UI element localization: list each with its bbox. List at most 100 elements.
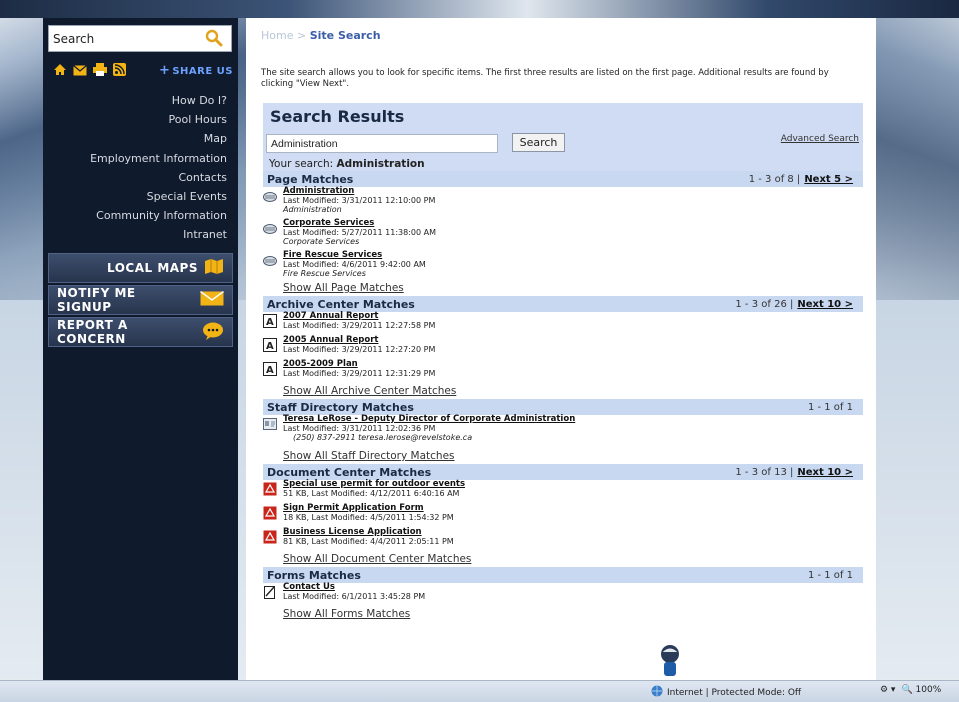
result-title[interactable]: Fire Rescue Services bbox=[283, 251, 426, 260]
page-title: Site Search bbox=[309, 29, 381, 42]
result-title[interactable]: Business License Application bbox=[283, 528, 454, 537]
results-title: Search Results bbox=[270, 107, 405, 126]
result-meta: Last Modified: 3/29/2011 12:27:20 PM bbox=[283, 345, 436, 354]
show-all-forms-matches[interactable]: Show All Forms Matches bbox=[263, 607, 863, 622]
nav-intranet[interactable]: Intranet bbox=[90, 225, 227, 244]
section-count: 1 - 1 of 1 bbox=[807, 401, 853, 413]
print-icon[interactable] bbox=[93, 61, 107, 80]
browser-status-bar: Internet | Protected Mode: Off ⚙ ▾ 🔍 100… bbox=[0, 680, 959, 702]
list-item: Contact Us Last Modified: 6/1/2011 3:45:2… bbox=[263, 583, 863, 607]
result-meta: Last Modified: 3/29/2011 12:31:29 PM bbox=[283, 369, 436, 378]
local-maps-button[interactable]: LOCAL MAPS bbox=[48, 253, 233, 283]
section-title: Archive Center Matches bbox=[267, 297, 415, 311]
list-item: A 2007 Annual Report Last Modified: 3/29/… bbox=[263, 312, 863, 336]
nav-map[interactable]: Map bbox=[90, 129, 227, 148]
zoom-value: 100% bbox=[915, 685, 942, 695]
show-all-staff-matches[interactable]: Show All Staff Directory Matches bbox=[263, 449, 863, 464]
show-all-page-matches[interactable]: Show All Page Matches bbox=[263, 281, 863, 296]
notify-label: NOTIFY ME SIGNUP bbox=[57, 286, 136, 314]
archive-icon: A bbox=[263, 313, 277, 328]
result-meta: 18 KB, Last Modified: 4/5/2011 1:54:32 P… bbox=[283, 513, 454, 522]
result-title[interactable]: 2005-2009 Plan bbox=[283, 360, 435, 369]
result-meta: Last Modified: 3/31/2011 12:10:00 PM bbox=[283, 196, 436, 205]
your-search: Your search: Administration bbox=[269, 158, 425, 170]
result-meta: Last Modified: 4/6/2011 9:42:00 AM bbox=[283, 260, 426, 269]
envelope-icon bbox=[200, 290, 224, 309]
local-maps-label: LOCAL MAPS bbox=[106, 261, 198, 275]
show-all-document-matches[interactable]: Show All Document Center Matches bbox=[263, 552, 863, 567]
section-header: Archive Center Matches 1 - 3 of 26 | Next… bbox=[263, 296, 863, 312]
rss-icon[interactable] bbox=[113, 61, 126, 80]
nav-how-do-i[interactable]: How Do I? bbox=[90, 91, 227, 110]
result-title[interactable]: Teresa LeRose - Deputy Director of Corpo… bbox=[283, 415, 575, 424]
result-title[interactable]: Corporate Services bbox=[283, 219, 436, 228]
result-meta: Last Modified: 5/27/2011 11:38:00 AM bbox=[283, 228, 436, 237]
nav-community-info[interactable]: Community Information bbox=[90, 206, 227, 225]
nav-employment[interactable]: Employment Information bbox=[90, 149, 227, 168]
svg-text:A: A bbox=[266, 341, 274, 352]
section-count: 1 - 3 of 8 | Next 5 > bbox=[749, 174, 853, 185]
contact-card-icon bbox=[263, 416, 277, 430]
intro-text: The site search allows you to look for s… bbox=[261, 68, 829, 89]
query-input[interactable] bbox=[266, 134, 498, 153]
result-title[interactable]: 2007 Annual Report bbox=[283, 312, 435, 321]
section-count: 1 - 3 of 26 | Next 10 > bbox=[735, 299, 853, 310]
utility-icons: + SHARE US bbox=[53, 62, 233, 78]
main-content: Home > Site Search The site search allow… bbox=[246, 18, 876, 680]
email-icon[interactable] bbox=[73, 61, 87, 80]
list-item: Corporate Services Last Modified: 5/27/20… bbox=[263, 219, 863, 246]
search-results: Search Results Search Advanced Search Yo… bbox=[263, 103, 863, 622]
result-title[interactable]: Administration bbox=[283, 187, 435, 196]
sidebar-nav: How Do I? Pool Hours Map Employment Info… bbox=[90, 91, 227, 245]
nav-pool-hours[interactable]: Pool Hours bbox=[90, 110, 227, 129]
nav-special-events[interactable]: Special Events bbox=[90, 187, 227, 206]
result-title[interactable]: 2005 Annual Report bbox=[283, 336, 435, 345]
archive-matches-section: Archive Center Matches 1 - 3 of 26 | Next… bbox=[263, 296, 863, 399]
share-button[interactable]: + SHARE US bbox=[159, 63, 233, 78]
list-item: Teresa LeRose - Deputy Director of Corpo… bbox=[263, 415, 863, 449]
next-link[interactable]: Next 10 > bbox=[797, 299, 853, 310]
your-search-value: Administration bbox=[336, 158, 425, 170]
page-icon bbox=[263, 220, 277, 234]
result-title[interactable]: Special use permit for outdoor events bbox=[283, 480, 465, 489]
report-concern-button[interactable]: REPORT A CONCERN bbox=[48, 317, 233, 347]
home-icon[interactable] bbox=[53, 61, 67, 80]
list-item: A 2005 Annual Report Last Modified: 3/29/… bbox=[263, 336, 863, 360]
speech-bubble-icon bbox=[202, 322, 224, 343]
next-link[interactable]: Next 10 > bbox=[797, 467, 853, 478]
result-title[interactable]: Sign Permit Application Form bbox=[283, 504, 454, 513]
search-button[interactable]: Search bbox=[512, 133, 565, 152]
result-sub: Administration bbox=[283, 205, 342, 214]
result-title[interactable]: Contact Us bbox=[283, 583, 425, 592]
document-matches-section: Document Center Matches 1 - 3 of 13 | Nex… bbox=[263, 464, 863, 567]
result-sub: Fire Rescue Services bbox=[283, 269, 366, 278]
page-matches-section: Page Matches 1 - 3 of 8 | Next 5 > Admini… bbox=[263, 171, 863, 296]
report-label: REPORT A CONCERN bbox=[57, 318, 128, 346]
zoom-text: 🔍 100% bbox=[901, 685, 942, 695]
result-meta: Last Modified: 6/1/2011 3:45:28 PM bbox=[283, 592, 426, 601]
search-icon[interactable] bbox=[205, 29, 223, 51]
list-item: Special use permit for outdoor events 51 … bbox=[263, 480, 863, 504]
security-zone[interactable]: Internet | Protected Mode: Off bbox=[651, 685, 801, 700]
list-item: Sign Permit Application Form 18 KB, Last … bbox=[263, 504, 863, 528]
section-header: Page Matches 1 - 3 of 8 | Next 5 > bbox=[263, 171, 863, 187]
sidebar-search-input[interactable] bbox=[49, 31, 199, 46]
section-title: Page Matches bbox=[267, 172, 354, 186]
advanced-search-link[interactable]: Advanced Search bbox=[781, 134, 859, 144]
next-link[interactable]: Next 5 > bbox=[804, 174, 853, 185]
archive-icon: A bbox=[263, 337, 277, 352]
svg-text:A: A bbox=[266, 365, 274, 376]
settings-icon[interactable]: ⚙ ▾ bbox=[880, 685, 895, 695]
section-header: Forms Matches 1 - 1 of 1 bbox=[263, 567, 863, 583]
show-all-archive-matches[interactable]: Show All Archive Center Matches bbox=[263, 384, 863, 399]
notify-me-button[interactable]: NOTIFY ME SIGNUP bbox=[48, 285, 233, 315]
pdf-icon bbox=[263, 529, 277, 544]
breadcrumb-home[interactable]: Home bbox=[261, 29, 293, 42]
section-title: Forms Matches bbox=[267, 568, 361, 582]
zoom-control[interactable]: ⚙ ▾ 🔍 100% bbox=[880, 685, 941, 695]
section-header: Document Center Matches 1 - 3 of 13 | Nex… bbox=[263, 464, 863, 480]
map-icon bbox=[204, 258, 224, 278]
result-meta: 51 KB, Last Modified: 4/12/2011 6:40:16 … bbox=[283, 489, 460, 498]
nav-contacts[interactable]: Contacts bbox=[90, 168, 227, 187]
breadcrumb-sep: > bbox=[296, 29, 307, 42]
